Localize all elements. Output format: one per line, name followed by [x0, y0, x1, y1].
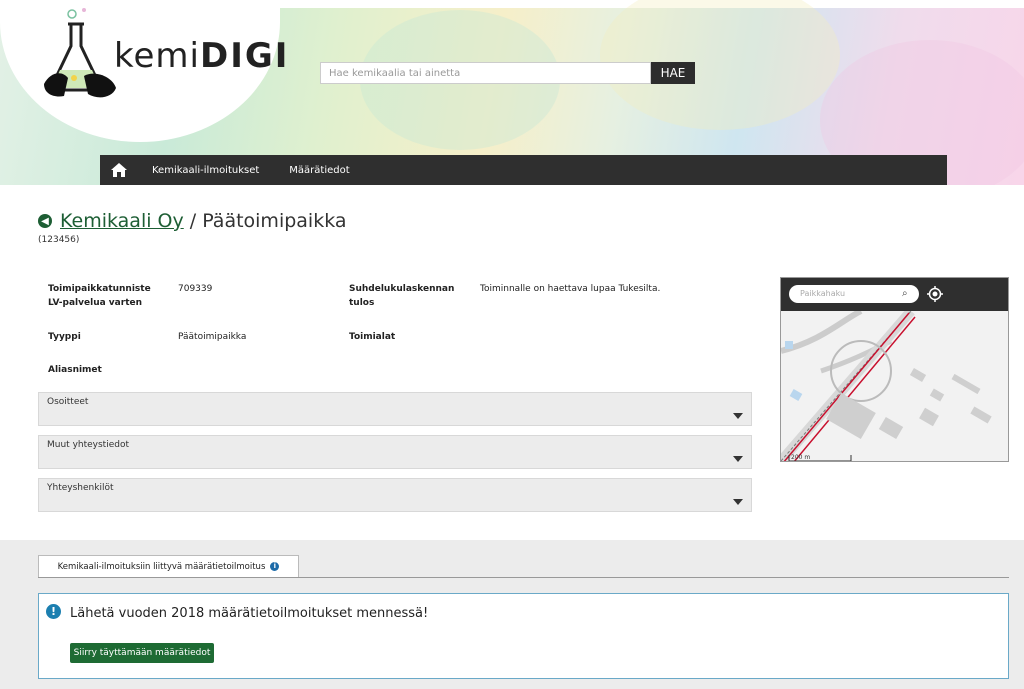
- fill-maaratiedot-button[interactable]: Siirry täyttämään määrätiedot: [70, 643, 214, 663]
- home-icon: [111, 163, 127, 177]
- company-id: (123456): [38, 235, 80, 245]
- locate-icon[interactable]: [927, 286, 943, 302]
- map-widget[interactable]: 200 m Paikkahaku ⌕: [780, 277, 1009, 462]
- notice-panel: ! Lähetä vuoden 2018 määrätietoilmoituks…: [38, 593, 1009, 679]
- tab-divider: [38, 577, 1009, 578]
- search-bar: Hae kemikaalia tai ainetta HAE: [320, 62, 695, 84]
- accordion-yhteyshenkilot[interactable]: Yhteyshenkilöt: [38, 478, 752, 512]
- map-scale-label: 200 m: [791, 454, 810, 461]
- back-arrow-icon[interactable]: ◀: [38, 214, 52, 228]
- info-icon[interactable]: i: [270, 562, 280, 571]
- map-search-input[interactable]: Paikkahaku: [789, 285, 919, 303]
- search-input[interactable]: Hae kemikaalia tai ainetta: [320, 62, 651, 84]
- caret-down-icon: [733, 499, 743, 505]
- page-title: ◀ Kemikaali Oy / Päätoimipaikka: [38, 210, 347, 232]
- aliasnimet-label: Aliasnimet: [48, 365, 102, 375]
- tyyppi-value: Päätoimipaikka: [178, 332, 247, 342]
- accordion-muut-yhteystiedot[interactable]: Muut yhteystiedot: [38, 435, 752, 469]
- tyyppi-label: Tyyppi: [48, 332, 81, 342]
- toimialat-label: Toimialat: [349, 332, 396, 342]
- search-button[interactable]: HAE: [651, 62, 695, 84]
- nav-item-kemikaali-ilmoitukset[interactable]: Kemikaali-ilmoitukset: [152, 165, 259, 176]
- main-nav: Kemikaali-ilmoitukset Määrätiedot: [100, 155, 947, 185]
- tab-label: Kemikaali-ilmoituksiin liittyvä määrätie…: [57, 561, 266, 572]
- tab-maaratietoilmoitus[interactable]: Kemikaali-ilmoituksiin liittyvä määrätie…: [38, 555, 299, 577]
- flask-logo-icon: [44, 8, 116, 98]
- suhdeluku-value: Toiminnalle on haettava lupaa Tukesilta.: [480, 284, 661, 294]
- accordion-label: Osoitteet: [47, 397, 89, 407]
- toimipaikka-label: Toimipaikkatunniste LV-palvelua varten: [48, 284, 151, 308]
- accordion-label: Muut yhteystiedot: [47, 440, 129, 450]
- notice-text: Lähetä vuoden 2018 määrätietoilmoitukset…: [70, 606, 429, 621]
- home-button[interactable]: [100, 155, 138, 185]
- page-title-text: / Päätoimipaikka: [189, 210, 347, 232]
- accordion-label: Yhteyshenkilöt: [47, 483, 114, 493]
- accordion-osoitteet[interactable]: Osoitteet: [38, 392, 752, 426]
- brand-logo[interactable]: kemiDIGI: [114, 36, 289, 76]
- nav-item-maaratiedot[interactable]: Määrätiedot: [289, 165, 349, 176]
- caret-down-icon: [733, 413, 743, 419]
- map-canvas[interactable]: 200 m: [781, 311, 1009, 462]
- exclamation-icon: !: [46, 604, 61, 619]
- search-icon[interactable]: ⌕: [902, 288, 908, 299]
- toimipaikka-value: 709339: [178, 284, 213, 294]
- company-link[interactable]: Kemikaali Oy: [60, 210, 184, 232]
- caret-down-icon: [733, 456, 743, 462]
- suhdeluku-label: Suhdelukulaskennan tulos: [349, 284, 455, 308]
